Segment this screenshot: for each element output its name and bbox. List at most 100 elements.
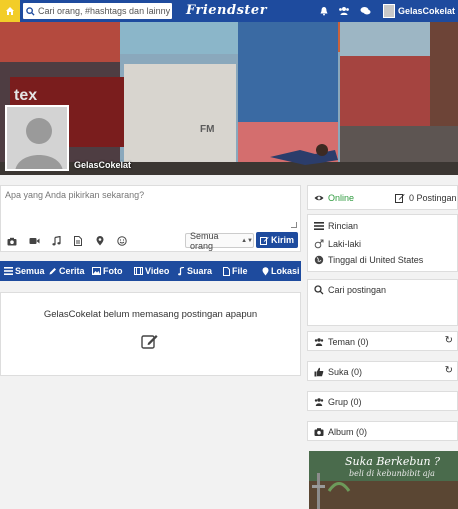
refresh-icon[interactable]: ↻ <box>445 335 453 346</box>
audience-value: Semua orang <box>190 230 219 251</box>
cover-photo: tex FM GelasCokelat <box>0 22 458 175</box>
file-icon <box>223 266 230 276</box>
tab-lokasi[interactable]: Lokasi <box>262 266 300 276</box>
groups-box[interactable]: Grup (0) <box>307 391 458 411</box>
likes-box[interactable]: Suka (0) ↻ <box>307 361 458 381</box>
music-button[interactable] <box>50 235 62 247</box>
notifications-button[interactable] <box>318 5 330 17</box>
list-icon <box>4 267 13 275</box>
tab-label: Cerita <box>59 266 85 276</box>
svg-text:FM: FM <box>200 124 214 135</box>
edit-icon <box>395 194 405 203</box>
online-status: Online <box>314 193 354 203</box>
tab-suara[interactable]: Suara <box>178 266 212 276</box>
profile-picture[interactable] <box>5 105 69 171</box>
list-icon <box>314 222 324 230</box>
post-count[interactable]: 0 Postingan <box>395 193 457 203</box>
post-count-label: 0 Postingan <box>409 193 457 203</box>
svg-text:tex: tex <box>14 87 37 104</box>
submit-post-button[interactable]: Kirim <box>256 232 298 248</box>
user-avatar[interactable] <box>383 4 395 18</box>
location-icon <box>96 236 104 246</box>
video-icon <box>29 238 39 244</box>
tab-cerita[interactable]: Cerita <box>49 266 85 276</box>
friendster-logo[interactable]: Friendster <box>186 3 267 18</box>
music-icon <box>178 266 185 275</box>
male-icon <box>314 239 324 249</box>
tab-video[interactable]: Video <box>134 266 169 276</box>
location-icon <box>262 266 269 275</box>
search-icon <box>26 6 35 16</box>
search-posts-label: Cari postingan <box>328 285 387 295</box>
file-button[interactable] <box>72 235 84 247</box>
default-avatar-icon <box>7 107 67 169</box>
details-box: Rincian Laki-laki Tinggal di United Stat… <box>307 214 458 272</box>
video-button[interactable] <box>28 235 40 247</box>
post-filter-tabs: Semua Cerita Foto Video Suara File Lokas… <box>0 261 301 281</box>
submit-label: Kirim <box>270 235 294 245</box>
groups-label: Grup (0) <box>328 397 362 407</box>
ad-banner[interactable]: Suka Berkebun ? beli di kebunbibit aja <box>309 451 458 509</box>
edit-icon <box>259 236 269 245</box>
tab-label: Video <box>145 266 170 276</box>
search-box[interactable] <box>23 3 172 19</box>
ad-title: Suka Berkebun ? <box>345 455 440 468</box>
profile-name[interactable]: GelasCokelat <box>74 160 131 170</box>
globe-icon <box>314 255 324 265</box>
gender-label: Laki-laki <box>328 239 362 249</box>
tab-foto[interactable]: Foto <box>92 266 123 276</box>
details-title: Rincian <box>314 221 358 231</box>
gender-row: Laki-laki <box>314 239 361 249</box>
image-icon <box>92 267 101 275</box>
tab-label: Foto <box>103 266 123 276</box>
tab-label: Lokasi <box>271 266 300 276</box>
music-icon <box>51 236 61 246</box>
search-posts-row[interactable]: Cari postingan <box>314 285 386 295</box>
tab-label: File <box>232 266 248 276</box>
search-icon <box>314 285 324 295</box>
location-label: Tinggal di United States <box>328 255 424 265</box>
friend-requests-button[interactable] <box>338 5 350 17</box>
messages-button[interactable] <box>359 5 371 17</box>
status-input[interactable] <box>5 190 297 230</box>
refresh-icon[interactable]: ↻ <box>445 365 453 376</box>
users-icon <box>314 338 324 346</box>
tab-file[interactable]: File <box>223 266 248 276</box>
groups-row[interactable]: Grup (0) <box>314 397 362 407</box>
online-label: Online <box>328 193 355 203</box>
emoji-button[interactable] <box>116 235 128 247</box>
empty-feed-message: GelasCokelat belum memasang postingan ap… <box>43 309 258 320</box>
users-icon <box>339 7 349 15</box>
home-icon <box>6 7 14 15</box>
albums-label: Album (0) <box>328 427 368 437</box>
users-icon <box>314 398 324 406</box>
home-button[interactable] <box>0 0 20 22</box>
location-button[interactable] <box>94 235 106 247</box>
film-icon <box>134 267 143 275</box>
tab-semua[interactable]: Semua <box>4 266 45 276</box>
friends-box[interactable]: Teman (0) ↻ <box>307 331 458 351</box>
resize-handle[interactable] <box>291 222 297 228</box>
smiley-icon <box>117 236 127 246</box>
username-link[interactable]: GelasCokelat <box>398 6 455 16</box>
tab-label: Suara <box>187 266 213 276</box>
top-navbar: Friendster GelasCokelat <box>0 0 458 22</box>
audience-select[interactable]: Semua orang ▲▼ <box>185 230 254 251</box>
likes-row[interactable]: Suka (0) <box>314 367 362 377</box>
albums-row[interactable]: Album (0) <box>314 427 367 437</box>
file-icon <box>74 236 82 246</box>
empty-feed: GelasCokelat belum memasang postingan ap… <box>0 292 301 376</box>
albums-box[interactable]: Album (0) <box>307 421 458 441</box>
details-title-label: Rincian <box>328 221 359 231</box>
search-posts-box[interactable]: Cari postingan <box>307 279 458 326</box>
tab-label: Semua <box>15 266 45 276</box>
likes-label: Suka (0) <box>328 367 363 377</box>
friends-label: Teman (0) <box>328 337 369 347</box>
friends-row[interactable]: Teman (0) <box>314 337 369 347</box>
camera-button[interactable] <box>6 235 18 247</box>
thumbs-up-icon <box>314 367 324 377</box>
camera-icon <box>7 237 17 245</box>
search-input[interactable] <box>38 6 170 16</box>
bell-icon <box>320 7 328 16</box>
location-row: Tinggal di United States <box>314 255 423 265</box>
